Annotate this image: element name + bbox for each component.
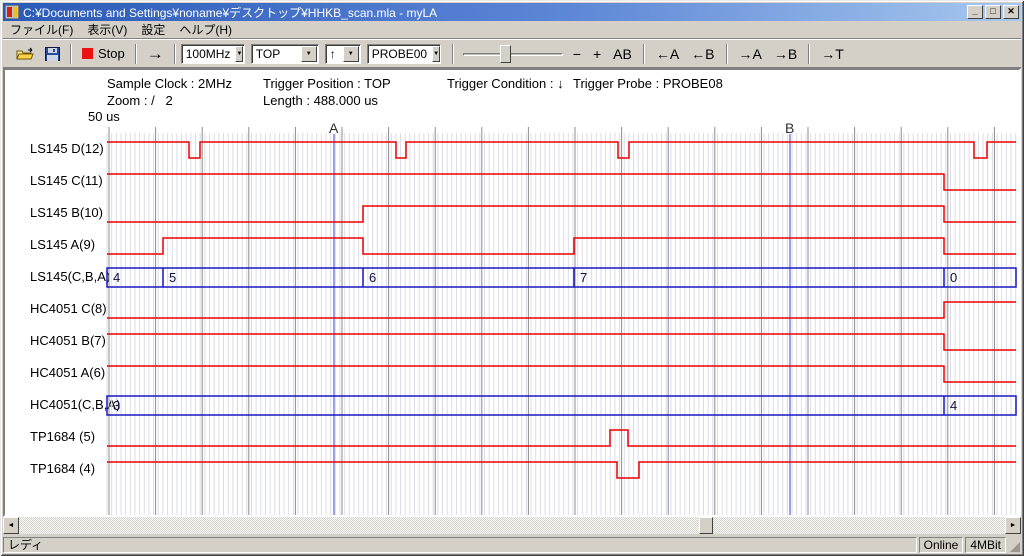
signal-trace	[107, 462, 1016, 478]
minimize-button-icon[interactable]: _	[967, 5, 983, 19]
menu-settings[interactable]: 設定	[134, 19, 172, 40]
signal-trace	[107, 174, 1016, 190]
zoom-slider-track	[463, 53, 563, 56]
status-message: レディ	[3, 537, 917, 553]
toolbar-separator	[808, 44, 810, 64]
signal-trace	[107, 238, 1016, 254]
goto-cursor-a-right-button[interactable]: →A	[733, 46, 768, 62]
menu-bar: ファイル(F) 表示(V) 設定 ヘルプ(H)	[3, 21, 1021, 39]
signal-trace	[107, 366, 1016, 382]
sample-clock-value: 100MHz	[182, 47, 235, 61]
bus-value: 0	[950, 270, 957, 285]
menu-help[interactable]: ヘルプ(H)	[172, 19, 239, 40]
goto-trigger-button[interactable]: →T	[815, 46, 850, 62]
trigger-position-select[interactable]: TOP ▼	[251, 44, 319, 64]
grid	[107, 127, 1016, 515]
app-window: C:¥Documents and Settings¥noname¥デスクトップ¥…	[0, 0, 1024, 556]
scrollbar-track[interactable]	[19, 517, 1005, 534]
save-floppy-icon	[45, 47, 60, 61]
online-status-badge: Online	[919, 537, 964, 553]
chevron-down-icon[interactable]: ▼	[432, 46, 440, 62]
resize-grip[interactable]	[1008, 537, 1021, 553]
signal-trace	[107, 334, 1016, 350]
open-folder-icon	[16, 47, 35, 61]
zoom-slider-handle[interactable]	[500, 45, 511, 63]
signal-trace	[107, 142, 1016, 158]
goto-cursor-b-left-button[interactable]: ←B	[685, 46, 720, 62]
trigger-position-value: TOP	[252, 47, 300, 61]
status-bar: レディ Online 4MBit	[3, 535, 1021, 553]
stop-button[interactable]: Stop	[77, 42, 130, 66]
menu-view[interactable]: 表示(V)	[80, 19, 134, 40]
close-button-icon[interactable]: ✕	[1003, 5, 1019, 19]
toolbar-separator	[70, 44, 72, 64]
chevron-down-icon[interactable]: ▼	[235, 46, 243, 62]
zoom-in-button[interactable]: +	[587, 46, 607, 62]
sample-clock-select[interactable]: 100MHz ▼	[181, 44, 245, 64]
cursor-a-label[interactable]: A	[329, 120, 339, 136]
scroll-right-icon[interactable]: ►	[1005, 517, 1021, 534]
stop-label: Stop	[98, 46, 125, 61]
bus-value: 6	[369, 270, 376, 285]
memory-size-badge: 4MBit	[965, 537, 1006, 553]
bus-value: 3	[113, 398, 120, 413]
app-icon	[5, 5, 19, 19]
goto-cursor-b-right-button[interactable]: →B	[768, 46, 803, 62]
bus-frame	[107, 396, 1016, 415]
bus-value: 4	[950, 398, 957, 413]
scrollbar-thumb[interactable]	[699, 517, 713, 534]
goto-cursor-a-left-button[interactable]: ←A	[650, 46, 685, 62]
menu-file[interactable]: ファイル(F)	[3, 19, 80, 40]
chevron-down-icon[interactable]: ▼	[301, 46, 317, 62]
toolbar-separator	[452, 44, 454, 64]
open-file-button[interactable]	[11, 42, 40, 66]
signal-trace	[107, 302, 1016, 318]
toolbar-separator	[643, 44, 645, 64]
bus-trace: 34	[107, 396, 1016, 415]
trigger-probe-select[interactable]: PROBE00 ▼	[367, 44, 441, 64]
ab-range-button[interactable]: AB	[607, 46, 638, 62]
bus-value: 4	[113, 270, 120, 285]
signal-trace	[107, 206, 1016, 222]
zoom-out-button[interactable]: −	[567, 46, 587, 62]
trigger-edge-value: ↑	[326, 47, 342, 61]
bus-value: 7	[580, 270, 587, 285]
trigger-probe-value: PROBE00	[368, 47, 431, 61]
trigger-edge-select[interactable]: ↑ ▼	[325, 44, 361, 64]
toolbar-separator	[726, 44, 728, 64]
bus-value: 5	[169, 270, 176, 285]
toolbar: Stop → 100MHz ▼ TOP ▼ ↑ ▼ PROBE00 ▼ − + …	[3, 40, 1021, 68]
waveform-view[interactable]: Sample Clock : 2MHz Trigger Position : T…	[3, 68, 1021, 517]
save-button[interactable]	[40, 42, 65, 66]
toolbar-separator	[135, 44, 137, 64]
run-button[interactable]: →	[142, 42, 169, 66]
waveform-plot[interactable]: AB4567034	[5, 70, 1019, 515]
bus-frame	[107, 268, 1016, 287]
bus-trace: 4 5 6 7 0	[107, 268, 1016, 287]
window-title: C:¥Documents and Settings¥noname¥デスクトップ¥…	[23, 4, 967, 21]
chevron-down-icon[interactable]: ▼	[343, 46, 359, 62]
stop-icon	[82, 48, 93, 59]
cursor-b-label[interactable]: B	[785, 120, 794, 136]
toolbar-separator	[174, 44, 176, 64]
maximize-button-icon[interactable]: □	[985, 5, 1001, 19]
horizontal-scrollbar[interactable]: ◄ ►	[3, 517, 1021, 534]
scroll-left-icon[interactable]: ◄	[3, 517, 19, 534]
signal-trace	[107, 430, 1016, 446]
zoom-slider[interactable]	[463, 43, 563, 65]
